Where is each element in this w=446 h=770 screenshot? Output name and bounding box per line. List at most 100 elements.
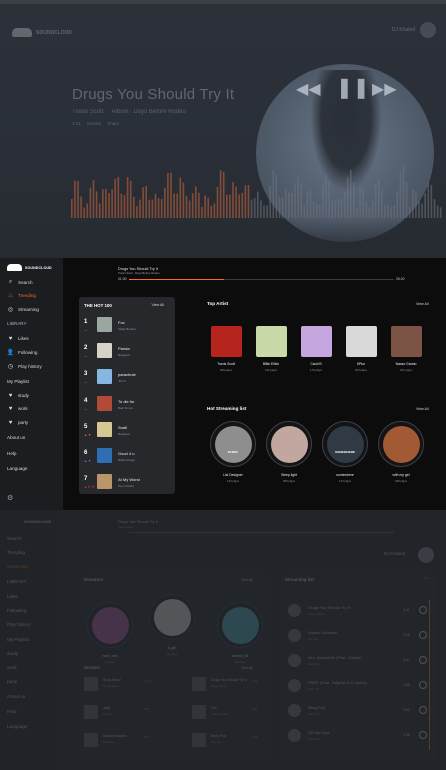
sidebar-brand[interactable]: SOUNDCLOUD [7,264,52,271]
hero-waveform[interactable] [70,158,446,228]
faded-item-likes[interactable]: Likes [7,594,18,599]
artist-photo [390,326,422,357]
play-icon[interactable] [419,681,427,689]
faded-language-link[interactable]: Language [7,724,27,729]
faded-donation-view-all[interactable]: View All [241,578,253,582]
hero-share-link[interactable]: Share [107,121,119,126]
album-card[interactable]: with my girl 349 plays [378,421,424,483]
player-progress-fill [129,279,225,280]
waveform-bar [402,165,405,218]
sidebar-item-following[interactable]: 👤 Following [7,349,38,356]
pause-icon[interactable]: ❚❚ [336,75,370,100]
faded-album-card[interactable]: it_girl 32 plays [149,594,195,656]
about-link[interactable]: About us [7,435,25,440]
album-card[interactable]: Sleep light 209 plays [266,421,312,483]
faded-nav-trending[interactable]: Trending [7,550,25,555]
hero-brand[interactable]: SOUNDCLOUD [12,28,72,37]
waveform-bar [291,193,293,218]
play-icon[interactable] [419,706,427,714]
prev-icon[interactable]: ◀◀ [296,79,321,99]
hot-100-row[interactable]: 5 ▲ ▼ Snail Designer [84,421,172,446]
hot-100-view-all[interactable]: View All [151,303,164,307]
language-link[interactable]: Language [7,466,27,471]
faded-recent-view-all[interactable]: View All [241,666,253,670]
sidebar-item-search[interactable]: ⌕ Search [7,279,33,286]
sidebar-item-play-history[interactable]: ◷ Play history [7,363,42,370]
hero-stream-link[interactable]: Stream [87,121,102,126]
hot-100-row[interactable]: 3 — parachute Jon K [84,369,172,393]
hot-100-row[interactable]: 1 — Fox Vitaly Bender [84,317,172,341]
faded-recent-item[interactable]: Drugs You Should Try It Travis Scott 4:41 [192,677,296,697]
stream-title: Drugs You Should Try It [308,605,351,610]
faded-recent-item[interactable]: Drama Kadabra Ex Nova 1:47 [84,733,188,753]
help-link[interactable]: Help [7,451,16,456]
hot-100-row[interactable]: 6 ▲ ▼ Good 4 u Ethel Gunga [84,448,172,472]
play-icon[interactable] [419,631,427,639]
sidebar-item-party[interactable]: ♥ party [7,419,29,426]
hot-100-row[interactable]: 4 — To die for Bad Jim lei [84,395,172,420]
faded-stream-row[interactable]: Bling Pop Kay Tom 3:02 [288,702,438,722]
album-card[interactable]: PANDA Lisi Designer 133 plays [210,421,256,483]
gear-icon[interactable]: ⚙ [7,494,13,502]
waveform-bar [297,176,299,218]
faded-recent-item[interactable]: Fox Vitaly Bender 3:21 [192,705,296,725]
artist-plays: 321 plays [400,368,412,372]
hero-artist[interactable]: Travis Scott [72,109,103,115]
faded-streaming-panel: Streaming list ⋯ Drugs You Should Try It… [282,572,436,762]
waveform-bar [179,177,182,218]
artist-card[interactable]: Travis Scott 200 plays [209,326,243,372]
artist-card[interactable]: Billie Eilish 130 plays [254,326,288,372]
faded-help-link[interactable]: Help [7,709,16,714]
hero-track-title: Drugs You Should Try It [72,86,235,103]
faded-item-study[interactable]: study [7,651,18,656]
hero-user[interactable]: DJ Khaled [392,22,436,38]
play-icon[interactable] [419,656,427,664]
recent-artist: Travis Scott [211,684,226,688]
sidebar-item-study[interactable]: ♥ study [7,392,29,399]
album-plays: 32 plays [166,652,178,656]
next-icon[interactable]: ▶▶ [372,79,397,99]
hot-100-row[interactable]: 2 — Panda Designer [84,343,172,367]
more-icon[interactable]: ⋯ [423,575,429,582]
hero-album[interactable]: Album : Days Before Rodeo [111,109,185,115]
hot-100-row[interactable]: 7 ▲▼ 19 At My Worst Tom Oxwell [84,474,172,498]
album-card[interactable]: SOMEWHERE somewhere 173 plays [322,421,368,483]
sidebar-item-likes[interactable]: ♥ Likes [7,335,29,342]
sidebar-item-trending[interactable]: ♨ Trending [7,292,36,299]
stream-cover [288,679,301,692]
faded-item-party[interactable]: party [7,679,17,684]
artist-card[interactable]: 6Ptur 163 plays [344,326,378,372]
faded-item-work[interactable]: work [7,665,17,670]
top-artist-view-all[interactable]: View All [416,302,429,306]
faded-stream-row[interactable]: Mrs. Wonderful (Feat. Cidade) Sam Ray 3:47 [288,652,438,672]
play-icon[interactable] [419,731,427,739]
faded-item-following[interactable]: Following [7,608,26,613]
track-cover [97,369,112,385]
faded-stream-row[interactable]: FREE (Feat. Tollgeist & D-Jones) Dani Mo 2… [288,677,438,697]
faded-stream-row[interactable]: Drugs You Should Try It Travis Scott 4:41 [288,602,438,622]
avatar[interactable] [418,547,434,563]
faded-recent-item[interactable]: Bang Pop Kay Tom 2:59 [192,733,296,753]
faded-progress-bar[interactable] [129,532,394,533]
player-progress-bar[interactable] [129,279,394,280]
stream-duration: 3:15 [403,633,410,637]
faded-album-card[interactable]: colorful_45 28 plays [217,602,263,664]
faded-stream-row[interactable]: Off My Face Justin B 2:36 [288,727,438,747]
faded-album-card[interactable]: neon_rain 44 plays [87,602,133,664]
faded-about-link[interactable]: About us [7,694,25,699]
faded-nav-streaming[interactable]: Streaming [7,564,28,569]
sidebar-item-streaming[interactable]: ◎ Streaming [7,306,39,313]
hot-streaming-view-all[interactable]: View All [416,407,429,411]
faded-item-history[interactable]: Play history [7,622,31,627]
stream-duration: 3:02 [403,708,410,712]
faded-stream-row[interactable]: Kisses Goodbye Mo Gun 3:15 [288,627,438,647]
faded-recent-item[interactable]: Jade Hu Ling 2:33 [84,705,188,725]
waveform-bar [74,180,76,218]
sidebar-item-work[interactable]: ♥ work [7,405,28,412]
artist-card[interactable]: Cardi B 179 plays [299,326,333,372]
artist-card[interactable]: Nasso Gandu 321 plays [389,326,423,372]
faded-nav-search[interactable]: Search [7,536,22,541]
faded-recent-item[interactable]: Sicky Mood Tom Dramon 1.4 m [84,677,188,697]
play-icon[interactable] [419,606,427,614]
waveform-bar [241,192,244,218]
